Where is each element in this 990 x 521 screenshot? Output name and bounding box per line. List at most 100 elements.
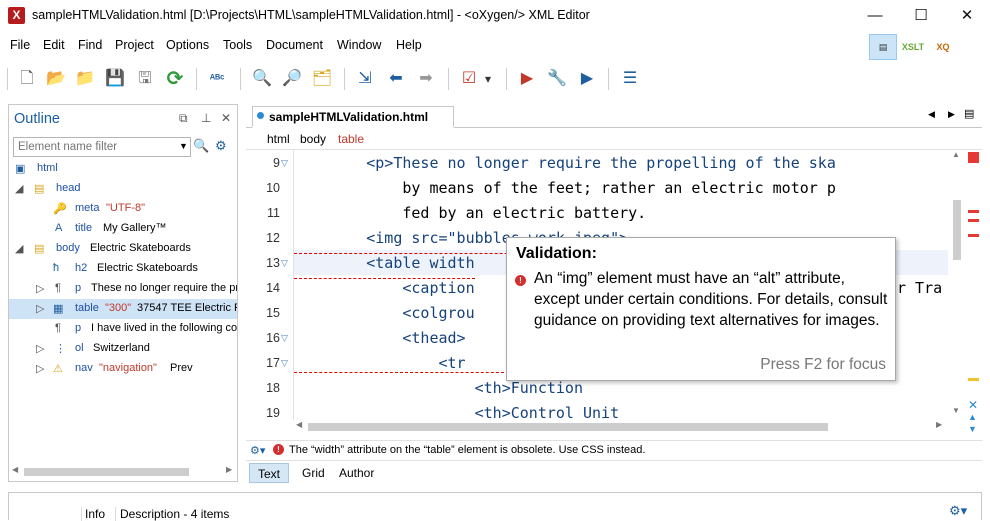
outline-row-h2[interactable]: ħ h2 Electric Skateboards <box>9 259 237 279</box>
menu-file[interactable]: File <box>10 38 30 52</box>
find-in-files-icon[interactable]: 🔎 <box>280 67 304 91</box>
expand-arrow-icon[interactable]: ▷ <box>36 342 44 355</box>
code-line-tail: r Tra <box>897 279 943 297</box>
reload-icon[interactable]: ⟳ <box>163 67 187 91</box>
code-line: <th>Control Unit <box>294 404 620 420</box>
import-icon[interactable]: ⇲ <box>353 67 377 91</box>
outline-horizontal-scrollbar[interactable]: ◀ ▶ <box>12 465 236 479</box>
paragraph-icon: ¶ <box>55 322 61 334</box>
previous-problem-icon[interactable]: ▼ <box>968 424 977 434</box>
close-button[interactable]: ✕ <box>944 0 990 32</box>
validation-overview-ruler[interactable]: ✕ ▲ ▼ <box>966 150 982 440</box>
xquery-debugger-perspective-icon[interactable]: XQ <box>929 34 957 60</box>
heading-icon: ħ <box>53 262 60 274</box>
outline-row-meta[interactable]: 🔑 meta "UTF-8" <box>9 199 237 219</box>
editor-horizontal-scrollbar[interactable]: ◀ ▶ <box>294 420 948 434</box>
settings-gear-icon[interactable]: ⚙▾ <box>250 444 265 457</box>
minimize-button[interactable]: — <box>852 0 898 32</box>
element-icon: ▣ <box>15 163 26 175</box>
code-line: fed by an electric battery. <box>294 204 647 222</box>
close-view-icon[interactable]: ✕ <box>221 111 231 125</box>
tab-scroll-right-icon[interactable]: ▶ <box>948 109 955 120</box>
tab-list-icon[interactable]: ▤ <box>964 107 974 120</box>
element-name-filter-input[interactable] <box>13 137 191 157</box>
collapse-arrow-icon[interactable]: ◢ <box>15 182 23 195</box>
new-document-icon[interactable]: 🗋 <box>15 67 39 91</box>
breadcrumb-html[interactable]: html <box>267 132 290 146</box>
spell-check-icon[interactable]: ᴬᴮᶜ <box>205 67 229 91</box>
expand-arrow-icon[interactable]: ▷ <box>36 302 44 315</box>
column-info-header[interactable]: Info <box>85 507 105 521</box>
back-icon[interactable]: ⬅ <box>384 67 408 91</box>
menu-find[interactable]: Find <box>78 38 102 52</box>
editor-tabstrip: sampleHTMLValidation.html ◀ ▶ ▤ <box>246 104 982 128</box>
mode-tab-grid[interactable]: Grid <box>294 463 333 483</box>
outline-row-html[interactable]: ▣ html <box>9 159 237 179</box>
format-indent-icon[interactable]: ☰ <box>618 67 642 91</box>
problem-message[interactable]: The “width” attribute on the “table” ele… <box>289 444 645 456</box>
save-all-icon[interactable]: 🖫 <box>133 67 157 91</box>
menu-project[interactable]: Project <box>115 38 154 52</box>
outline-row-p[interactable]: ▷ ¶ p These no longer require the pr <box>9 279 237 299</box>
menu-document[interactable]: Document <box>266 38 323 52</box>
outline-row-nav[interactable]: ▷ ⚠ nav "navigation" Prev <box>9 359 237 379</box>
restore-view-icon[interactable]: ⧉ <box>179 111 188 126</box>
collapse-arrow-icon[interactable]: ◢ <box>15 242 23 255</box>
outline-row-head[interactable]: ◢ ▤ head <box>9 179 237 199</box>
error-marker[interactable] <box>968 210 979 213</box>
validate-icon[interactable]: ☑ <box>457 67 481 91</box>
tooltip-focus-hint: Press F2 for focus <box>760 356 886 373</box>
menu-tools[interactable]: Tools <box>223 38 252 52</box>
pin-view-icon[interactable]: ⊥ <box>201 111 211 125</box>
menu-help[interactable]: Help <box>396 38 422 52</box>
settings-gear-icon[interactable]: ⚙▾ <box>949 503 967 519</box>
editor-vertical-scrollbar[interactable]: ▲ ▼ <box>950 150 964 420</box>
nav-warning-icon: ⚠ <box>53 363 63 375</box>
outline-row-table[interactable]: ▷ ▦ table "300" 37547 TEE Electric Po <box>9 299 237 319</box>
fold-icon[interactable]: ▽ <box>281 258 288 269</box>
save-icon[interactable]: 💾 <box>103 67 127 91</box>
editor-perspective-icon[interactable]: ▤ <box>869 34 897 60</box>
menu-window[interactable]: Window <box>337 38 381 52</box>
settings-gear-icon[interactable]: ⚙ <box>215 138 227 154</box>
error-marker[interactable] <box>968 219 979 222</box>
find-icon[interactable]: 🔍 <box>250 67 274 91</box>
element-icon: ▤ <box>34 243 45 255</box>
error-marker[interactable] <box>968 234 979 237</box>
fold-icon[interactable]: ▽ <box>281 358 288 369</box>
column-description-header[interactable]: Description - 4 items <box>120 507 229 521</box>
line-number-gutter: 9 ▽ 10 11 12 13 ▽ 14 15 16 ▽ 17 ▽ 18 19 <box>246 150 294 420</box>
menu-options[interactable]: Options <box>166 38 209 52</box>
filter-dropdown-icon[interactable]: ▼ <box>179 141 188 151</box>
breadcrumb-body[interactable]: body <box>300 132 326 146</box>
remove-markers-icon[interactable]: ✕ <box>968 398 978 412</box>
menu-edit[interactable]: Edit <box>43 38 65 52</box>
open-url-icon[interactable]: 📁 <box>73 67 97 91</box>
outline-row-body[interactable]: ◢ ▤ body Electric Skateboards <box>9 239 237 259</box>
xslt-debugger-perspective-icon[interactable]: XSLT <box>899 34 927 60</box>
error-icon: ! <box>273 444 284 455</box>
configure-transformation-icon[interactable]: 🔧 <box>545 67 569 91</box>
open-folder-icon[interactable]: 📂 <box>44 67 68 91</box>
expand-arrow-icon[interactable]: ▷ <box>36 282 44 295</box>
maximize-button[interactable]: ☐ <box>898 0 944 32</box>
fold-icon[interactable]: ▽ <box>281 333 288 344</box>
breadcrumb-table[interactable]: table <box>338 132 364 146</box>
editor-tab[interactable]: sampleHTMLValidation.html <box>252 106 454 128</box>
validate-dropdown-icon[interactable]: ▾ <box>481 67 495 91</box>
fold-icon[interactable]: ▽ <box>281 158 288 169</box>
apply-transformation-icon[interactable]: ▶ <box>515 67 539 91</box>
next-problem-icon[interactable]: ▲ <box>968 412 977 422</box>
outline-row-title[interactable]: A title My Gallery™ <box>9 219 237 239</box>
search-icon[interactable]: 🔍 <box>193 138 209 154</box>
warning-marker[interactable] <box>968 378 979 381</box>
forward-icon[interactable]: ➡ <box>414 67 438 91</box>
expand-arrow-icon[interactable]: ▷ <box>36 362 44 375</box>
outline-row-ol[interactable]: ▷ ⋮ ol Switzerland <box>9 339 237 359</box>
debug-transformation-icon[interactable]: ▶ <box>575 67 599 91</box>
find-folder-icon[interactable]: 🗂 <box>310 67 334 91</box>
tab-scroll-left-icon[interactable]: ◀ <box>928 109 935 120</box>
outline-row-p[interactable]: ¶ p I have lived in the following co <box>9 319 237 339</box>
mode-tab-author[interactable]: Author <box>331 463 382 483</box>
mode-tab-text[interactable]: Text <box>249 463 290 483</box>
